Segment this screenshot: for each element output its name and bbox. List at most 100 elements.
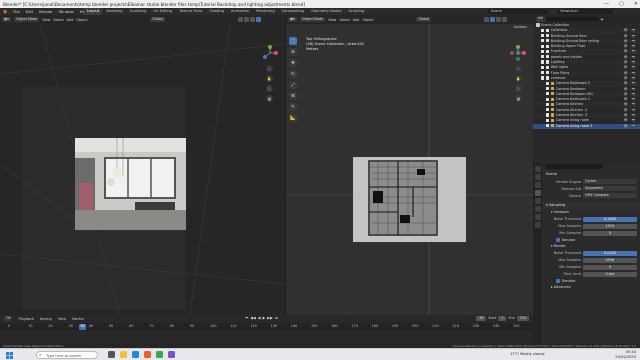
sampling-section[interactable]: ▾ Sampling bbox=[543, 202, 640, 209]
menu-add[interactable]: Add bbox=[67, 18, 74, 22]
include-checkbox-icon[interactable] bbox=[546, 92, 550, 96]
next-keyframe-icon[interactable]: ▶▶ bbox=[267, 316, 273, 320]
collection-tab-icon[interactable] bbox=[534, 214, 541, 220]
weather-widget[interactable]: 17°C Mostly cloudy bbox=[510, 352, 545, 356]
clock[interactable]: 05:34 25/02/2023 bbox=[615, 350, 636, 360]
include-checkbox-icon[interactable] bbox=[546, 86, 550, 91]
include-checkbox-icon[interactable] bbox=[546, 124, 550, 128]
maximize-button[interactable]: ▢ bbox=[619, 1, 624, 7]
playhead-frame-indicator[interactable]: 36 bbox=[78, 323, 87, 330]
include-checkbox-icon[interactable] bbox=[541, 28, 545, 32]
properties-search-input[interactable] bbox=[545, 164, 603, 169]
time-limit-field[interactable]: 0 sec bbox=[583, 271, 637, 277]
camera-view-icon[interactable]: 🎥 bbox=[266, 85, 273, 92]
menu-select[interactable]: Select bbox=[53, 18, 63, 22]
jump-start-icon[interactable]: ⏮ bbox=[245, 316, 248, 320]
tab-uv-editing[interactable]: UV Editing bbox=[150, 8, 175, 15]
visibility-toggle-icon[interactable]: 👁 📷 bbox=[623, 124, 637, 129]
include-checkbox-icon[interactable] bbox=[546, 97, 550, 101]
timeline-ruler[interactable]: 0 10 20 30 40 50 60 70 80 90 100 110 120 130 140 150 160… bbox=[0, 323, 533, 330]
menu-playback[interactable]: Playback bbox=[18, 317, 34, 321]
grid-view-icon[interactable]: ▦ bbox=[266, 95, 273, 102]
outliner-search-input[interactable] bbox=[546, 16, 599, 22]
menu-object[interactable]: Object bbox=[362, 18, 373, 22]
timeline-editor-type[interactable]: ⏱▾ bbox=[4, 315, 13, 322]
pan-hand-icon[interactable]: ✋ bbox=[515, 75, 522, 82]
tab-layout[interactable]: Layout bbox=[84, 8, 103, 15]
menu-marker[interactable]: Marker bbox=[72, 317, 84, 321]
zoom-icon[interactable]: ⌕ bbox=[266, 65, 273, 72]
navigation-gizmo[interactable] bbox=[262, 45, 278, 61]
include-checkbox-icon[interactable] bbox=[546, 81, 550, 85]
grid-view-icon[interactable]: ▦ bbox=[515, 95, 522, 102]
include-checkbox-icon[interactable] bbox=[541, 60, 545, 64]
prev-keyframe-icon[interactable]: ◀◀ bbox=[250, 316, 256, 320]
include-checkbox-icon[interactable] bbox=[541, 55, 545, 59]
tab-modeling[interactable]: Modeling bbox=[103, 8, 125, 15]
filter-icon[interactable]: ⏷ bbox=[601, 17, 604, 22]
mode-selector[interactable]: Object Mode bbox=[299, 16, 326, 23]
transform-orientation[interactable]: Global bbox=[150, 16, 166, 23]
minimize-button[interactable]: — bbox=[604, 1, 609, 7]
editor-type-button[interactable]: ▦▾ bbox=[288, 16, 297, 23]
outliner-item[interactable]: Camera living room 2 👁 📷 bbox=[533, 123, 640, 129]
close-button[interactable]: ✕ bbox=[634, 1, 638, 7]
menu-keying[interactable]: Keying bbox=[40, 317, 52, 321]
app-taskbar-icon[interactable] bbox=[168, 351, 175, 358]
scene-selector[interactable]: Scene bbox=[488, 9, 548, 14]
menu-file[interactable]: File bbox=[10, 9, 22, 14]
tab-shading[interactable]: Shading bbox=[206, 8, 227, 15]
chrome-browser-icon[interactable] bbox=[156, 351, 163, 358]
material-shading-icon[interactable] bbox=[496, 17, 502, 22]
device-dropdown[interactable]: GPU Compute bbox=[583, 193, 637, 198]
include-checkbox-icon[interactable] bbox=[541, 34, 545, 38]
include-checkbox-icon[interactable] bbox=[546, 108, 550, 112]
render-min-samples-field[interactable]: 0 bbox=[583, 264, 637, 270]
blender-logo-icon[interactable]: ◉ bbox=[0, 9, 10, 15]
tab-animation[interactable]: Animation bbox=[228, 8, 252, 15]
menu-select[interactable]: Select bbox=[339, 18, 349, 22]
include-checkbox-icon[interactable] bbox=[541, 39, 545, 43]
viewport-top-ortho[interactable]: ▦▾ Object Mode View Select Add Object Gl… bbox=[286, 15, 533, 315]
material-shading-icon[interactable] bbox=[250, 17, 256, 22]
play-icon[interactable]: ▶ bbox=[263, 316, 266, 320]
editor-type-button[interactable]: ▦▾ bbox=[2, 16, 11, 23]
menu-view[interactable]: View bbox=[42, 18, 50, 22]
rendered-shading-icon[interactable] bbox=[256, 17, 262, 22]
tool-tab-icon[interactable] bbox=[534, 166, 541, 172]
viewport-camera[interactable]: ▦▾ Object Mode View Select Add Object Gl… bbox=[0, 15, 285, 315]
view-layer-selector[interactable]: ViewLayer bbox=[557, 9, 613, 14]
include-checkbox-icon[interactable] bbox=[541, 49, 545, 54]
taskbar-search-input[interactable]: Type here to search bbox=[36, 351, 98, 359]
menu-add[interactable]: Add bbox=[353, 18, 360, 22]
viewport-max-samples-field[interactable]: 1024 bbox=[583, 223, 637, 229]
menu-render[interactable]: Render bbox=[36, 9, 56, 14]
tab-texture-paint[interactable]: Texture Paint bbox=[176, 8, 205, 15]
solid-shading-icon[interactable] bbox=[244, 17, 250, 22]
transform-orientation[interactable]: Global bbox=[416, 16, 432, 23]
edge-browser-icon[interactable] bbox=[132, 351, 139, 358]
wireframe-shading-icon[interactable] bbox=[238, 17, 244, 22]
render-engine-dropdown[interactable]: Cycles bbox=[583, 179, 637, 184]
feature-set-dropdown[interactable]: Supported bbox=[583, 186, 637, 191]
play-reverse-icon[interactable]: ◀ bbox=[258, 316, 261, 320]
menu-view[interactable]: View bbox=[328, 18, 336, 22]
texture-tab-icon[interactable] bbox=[534, 222, 541, 228]
zoom-icon[interactable]: ⌕ bbox=[515, 65, 522, 72]
render-noise-threshold-field[interactable]: 0.0100 bbox=[583, 250, 637, 256]
end-frame-field[interactable]: 250 bbox=[516, 316, 529, 321]
menu-view[interactable]: View bbox=[58, 317, 66, 321]
advanced-subsection[interactable]: ▸ Advanced bbox=[543, 284, 640, 291]
viewport-noise-threshold-field[interactable]: 0.1000 bbox=[583, 216, 637, 222]
rendered-shading-icon[interactable] bbox=[502, 17, 508, 22]
include-checkbox-icon[interactable] bbox=[541, 71, 545, 75]
file-explorer-icon[interactable] bbox=[120, 351, 127, 358]
include-checkbox-icon[interactable] bbox=[546, 102, 550, 107]
include-checkbox-icon[interactable] bbox=[541, 44, 545, 48]
include-checkbox-icon[interactable] bbox=[541, 65, 545, 69]
pan-hand-icon[interactable]: ✋ bbox=[266, 75, 273, 82]
tab-compositing[interactable]: Compositing bbox=[279, 8, 308, 15]
blender-taskbar-icon[interactable] bbox=[144, 351, 151, 358]
tab-scripting[interactable]: Scripting bbox=[345, 8, 367, 15]
task-view-icon[interactable] bbox=[108, 351, 115, 358]
